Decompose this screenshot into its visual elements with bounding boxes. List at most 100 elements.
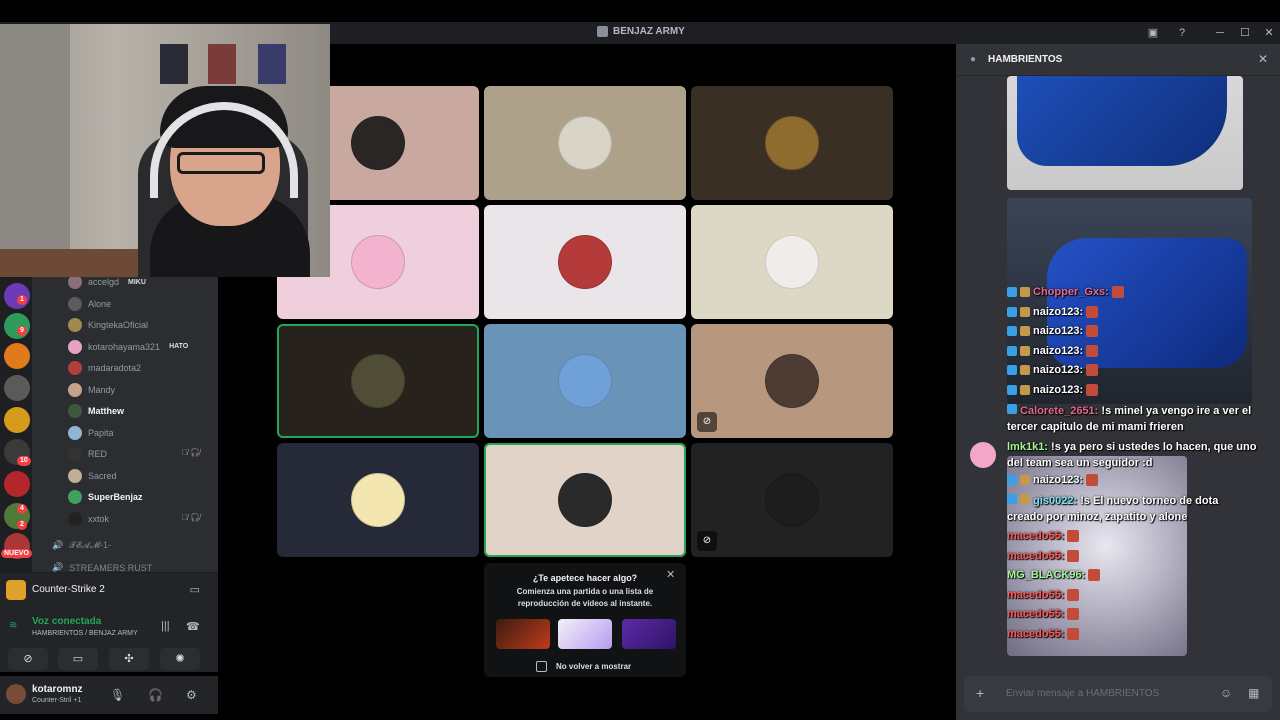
screen-share-button[interactable]: ▭ <box>58 648 98 670</box>
badge-icon <box>1007 287 1017 297</box>
participant-tile[interactable] <box>484 324 686 438</box>
voice-member[interactable]: Alone <box>68 295 111 313</box>
chat-username: naizo123: <box>1033 364 1084 376</box>
user-panel: kotaromnz Counter-Stril +1 🎙 🎧 ⚙ <box>0 676 218 714</box>
voice-channel-team1[interactable]: 🔊 𝓣𝓔𝓐𝓜-1- <box>52 540 111 551</box>
noise-suppression-icon[interactable]: ||| <box>161 620 170 632</box>
server-icon <box>597 26 608 37</box>
close-chat-icon[interactable]: ✕ <box>1258 52 1268 66</box>
participant-tile[interactable] <box>691 205 893 319</box>
server-icon[interactable] <box>4 407 30 433</box>
activity-thumb-2[interactable] <box>558 619 612 649</box>
voice-member[interactable]: accelgd MIKU <box>68 277 146 291</box>
member-name: madaradota2 <box>88 363 142 373</box>
member-name: Matthew <box>88 406 124 416</box>
activity-thumb-3[interactable] <box>622 619 676 649</box>
server-icon[interactable] <box>4 343 30 369</box>
chat-author-avatar[interactable] <box>970 442 996 468</box>
member-avatar <box>68 318 82 332</box>
upload-plus-icon[interactable]: + <box>976 685 984 701</box>
window-title-text: BENJAZ ARMY <box>613 26 685 37</box>
chat-username: MG_BLACK96: <box>1007 569 1086 581</box>
unread-badge: 9 <box>17 326 27 336</box>
soundboard-button[interactable]: ✺ <box>160 648 200 670</box>
voice-member[interactable]: madaradota2 <box>68 359 141 377</box>
member-name: xxtok <box>88 513 110 524</box>
voice-member[interactable]: SuperBenjaz <box>68 488 143 506</box>
participant-avatar <box>351 354 405 408</box>
help-icon[interactable]: ? <box>1173 24 1191 42</box>
emote-icon <box>1086 325 1099 337</box>
participant-tile[interactable] <box>484 86 686 200</box>
gear-icon[interactable]: ⚙ <box>186 688 197 702</box>
member-name: kotarohayama321 <box>88 341 161 352</box>
member-name: Papita <box>88 427 114 438</box>
participant-avatar <box>765 116 819 170</box>
voice-member[interactable]: xxtok <box>68 510 109 528</box>
promo-close-icon[interactable]: ✕ <box>666 568 675 581</box>
voice-member[interactable]: Matthew <box>68 402 124 420</box>
server-icon[interactable] <box>4 313 30 339</box>
user-avatar[interactable] <box>6 684 26 704</box>
emoji-icon[interactable]: ☺ <box>1220 686 1232 700</box>
participant-tile[interactable] <box>277 324 479 438</box>
activity-thumb-1[interactable] <box>496 619 550 649</box>
chat-header: ● HAMBRIENTOS ✕ <box>956 44 1280 76</box>
maximize-button[interactable]: ☐ <box>1236 24 1254 42</box>
badge-icon <box>1007 404 1017 414</box>
camera-button[interactable]: ⊘ <box>8 648 48 670</box>
minimize-button[interactable]: ─ <box>1211 24 1229 42</box>
promo-title: ¿Te apetece hacer algo? <box>532 573 638 583</box>
headset-icon[interactable]: 🎧 <box>148 688 163 702</box>
activity-panel[interactable]: Counter-Strike 2 ▭ <box>0 572 218 606</box>
voice-member[interactable]: KingtekaOficial <box>68 316 148 334</box>
stream-game-icon[interactable]: ▭ <box>190 583 200 596</box>
participant-avatar <box>558 235 612 289</box>
dont-show-checkbox[interactable] <box>536 661 547 672</box>
participant-tile[interactable] <box>484 205 686 319</box>
channel-list: accelgd MIKU Alone KingtekaOficial kotarohay… <box>32 277 218 572</box>
participant-tile[interactable] <box>277 443 479 557</box>
emote-icon <box>1086 474 1099 486</box>
overlay-chat-line: macedo55: <box>1007 608 1080 620</box>
participant-tile[interactable]: ⊘ <box>691 443 893 557</box>
mic-icon[interactable]: 🎙 <box>110 688 125 702</box>
voice-member[interactable]: RED <box>68 445 107 463</box>
inbox-icon[interactable]: ▣ <box>1144 24 1162 42</box>
disconnect-icon[interactable]: ☎ <box>186 620 200 633</box>
chat-username: macedo55: <box>1007 608 1065 620</box>
game-icon <box>6 579 26 600</box>
participant-tile[interactable] <box>691 86 893 200</box>
chat-image-car-front[interactable] <box>1007 76 1243 190</box>
server-icon[interactable] <box>4 375 30 401</box>
server-icon[interactable] <box>4 471 30 497</box>
window-title: BENJAZ ARMY <box>597 26 685 37</box>
overlay-chat-line: naizo123: <box>1007 306 1099 318</box>
member-avatar <box>68 490 82 504</box>
message-input[interactable]: Enviar mensaje a HAMBRIENTOS <box>1006 688 1159 699</box>
voice-member[interactable]: kotarohayama321 HATO <box>68 338 188 356</box>
unread-badge: 10 <box>17 456 31 466</box>
poster <box>258 44 286 84</box>
badge-icon <box>1020 385 1030 395</box>
voice-member[interactable]: Mandy <box>68 381 115 399</box>
voice-member[interactable]: Papita <box>68 424 114 442</box>
overlay-chat-line: naizo123: <box>1007 384 1099 396</box>
voice-channel-path[interactable]: HAMBRIENTOS / BENJAZ ARMY <box>32 630 138 637</box>
member-avatar <box>68 511 82 526</box>
participant-tile[interactable] <box>484 443 686 557</box>
voice-channel-streamers[interactable]: 🔊 STREAMERS RUST <box>52 562 152 572</box>
voice-channel-name: 𝓣𝓔𝓐𝓜-1- <box>69 540 112 550</box>
participant-tile[interactable]: ⊘ <box>691 324 893 438</box>
voice-member[interactable]: Sacred <box>68 467 117 485</box>
apps-icon[interactable]: ▦ <box>1248 686 1259 700</box>
emote-icon <box>1067 589 1080 601</box>
username[interactable]: kotaromnz <box>32 684 83 695</box>
close-window-button[interactable]: ✕ <box>1260 24 1278 42</box>
emote-icon <box>1086 364 1099 376</box>
emote-icon <box>1088 569 1101 581</box>
voice-status[interactable]: Voz conectada <box>32 616 101 627</box>
activities-button[interactable]: ✣ <box>109 648 149 670</box>
chat-username: macedo55: <box>1007 530 1065 542</box>
voice-status-panel: ≋ Voz conectada HAMBRIENTOS / BENJAZ ARM… <box>0 606 218 646</box>
